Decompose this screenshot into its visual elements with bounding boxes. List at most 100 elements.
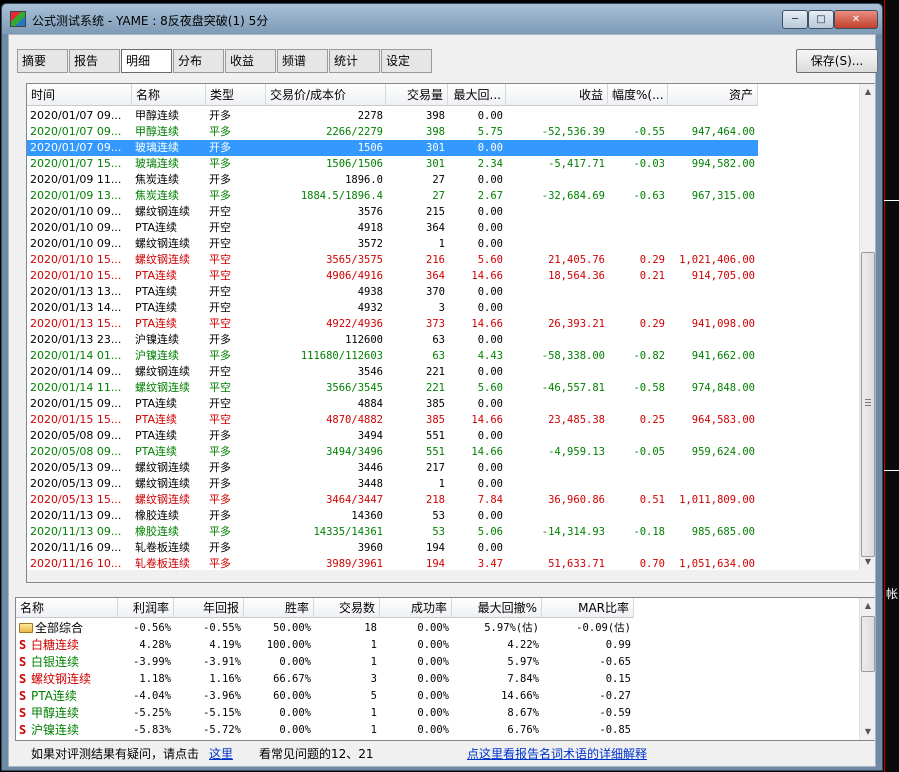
summary-row[interactable]: S 甲醇连续 -5.25% -5.15% 0.00% 1 0.00% 8.67% -0.59 [16,705,856,722]
here-link[interactable]: 这里 [209,743,233,765]
table-row[interactable]: 2020/05/13 15... 螺纹钢连续 平多 3464/3447 218 7.84 3… [27,492,859,508]
tab-3[interactable]: 分布 [173,49,224,73]
glossary-link[interactable]: 点这里看报告名词术语的详细解释 [467,743,647,765]
table-row[interactable]: 2020/05/08 09... PTA连续 开多 3494 551 0.00 [27,428,859,444]
cell-name: 螺纹钢连续 [135,365,190,378]
column-header[interactable]: 类型 [206,84,266,106]
summary-cell-profit_rate: -5.25% [133,707,171,719]
column-header[interactable]: 幅度%(... [608,84,668,106]
detail-horizontal-scrollbar[interactable] [27,570,875,582]
table-row[interactable]: 2020/01/13 15... PTA连续 平空 4922/4936 373 14.66… [27,316,859,332]
table-row[interactable]: 2020/05/13 09... 螺纹钢连续 开多 3446 217 0.00 [27,460,859,476]
table-row[interactable]: 2020/01/13 13... PTA连续 开空 4938 370 0.00 [27,284,859,300]
table-row[interactable]: 2020/01/10 15... 螺纹钢连续 平空 3565/3575 216 5.60 2… [27,252,859,268]
tab-0[interactable]: 摘要 [17,49,68,73]
cell-name: PTA连续 [135,285,178,298]
cell-time: 2020/01/14 11... [30,381,122,394]
cell-time: 2020/05/13 09... [30,477,122,490]
cell-asset: 964,583.00 [691,414,755,426]
tab-4[interactable]: 收益 [225,49,276,73]
cell-asset: 994,582.00 [691,158,755,170]
minimize-button[interactable]: ─ [782,10,808,29]
table-row[interactable]: 2020/11/13 09... 橡胶连续 开多 14360 53 0.00 [27,508,859,524]
summary-column-header[interactable]: 成功率 [380,598,452,618]
scroll-thumb[interactable] [861,616,875,672]
cell-profit [506,140,608,156]
table-row[interactable]: 2020/01/07 09... 甲醇连续 开多 2278 398 0.00 [27,108,859,124]
tab-2[interactable]: 明细 [121,49,172,73]
summary-column-header[interactable]: 最大回撤% [452,598,542,618]
tab-5[interactable]: 频谱 [277,49,328,73]
cell-time: 2020/01/07 09... [27,140,132,156]
column-header[interactable]: 收益 [506,84,608,106]
summary-column-header[interactable]: 交易数 [314,598,380,618]
summary-row[interactable]: S 沪镍连续 -5.83% -5.72% 0.00% 1 0.00% 6.76% -0.85 [16,722,856,739]
close-button[interactable]: ✕ [834,10,878,29]
maximize-button[interactable]: □ [808,10,834,29]
cell-price: 2278 [357,110,383,122]
summary-cell-win: 60.00% [273,690,311,702]
summary-cell-success: 0.00% [417,673,449,685]
summary-column-header[interactable]: 胜率 [244,598,314,618]
table-row[interactable]: 2020/01/10 09... PTA连续 开空 4918 364 0.00 [27,220,859,236]
table-row[interactable]: 2020/01/13 23... 沪镍连续 开多 112600 63 0.00 [27,332,859,348]
title-bar[interactable]: 公式测试系统 - YAME : 8反夜盘突破(1) 5分 ─ □ ✕ [2,4,882,34]
faq-text: 看常见问题的12、21 [259,747,374,761]
scroll-down-arrow-icon[interactable]: ▼ [860,724,876,740]
table-row[interactable]: 2020/01/14 09... 螺纹钢连续 开空 3546 221 0.00 [27,364,859,380]
cell-name: 螺纹钢连续 [135,237,190,250]
table-row[interactable]: 2020/01/10 09... 螺纹钢连续 开空 3576 215 0.00 [27,204,859,220]
cell-volume: 27 [432,174,445,186]
summary-row[interactable]: S PTA连续 -4.04% -3.96% 60.00% 5 0.00% 14.66% -0.2… [16,688,856,705]
tab-6[interactable]: 统计 [329,49,380,73]
table-row[interactable]: 2020/01/09 13... 焦炭连续 平多 1884.5/1896.4 27 2.6… [27,188,859,204]
summary-row[interactable]: S 白糖连续 4.28% 4.19% 100.00% 1 0.00% 4.22% 0.99 [16,637,856,654]
scroll-down-arrow-icon[interactable]: ▼ [860,554,876,570]
summary-column-header[interactable]: 名称 [16,598,118,618]
scroll-up-arrow-icon[interactable]: ▲ [860,598,876,614]
table-row[interactable]: 2020/01/14 01... 沪镍连续 平多 111680/112603 63 4.4… [27,348,859,364]
scroll-thumb[interactable] [861,252,875,557]
table-row[interactable]: 2020/01/10 09... 螺纹钢连续 开空 3572 1 0.00 [27,236,859,252]
cell-volume: 217 [426,462,445,474]
cell-asset: 959,624.00 [691,446,755,458]
column-header[interactable]: 时间 [27,84,132,106]
summary-column-header[interactable]: 利润率 [118,598,174,618]
scroll-up-arrow-icon[interactable]: ▲ [860,84,876,100]
summary-cell-profit_rate: -3.99% [133,656,171,668]
cell-volume: 1 [438,238,445,250]
detail-table-header: 时间 名称 类型 交易价/成本价 交易量 最大回... 收益 幅度%(... 资产 [27,84,758,106]
table-row[interactable]: 2020/01/13 14... PTA连续 开空 4932 3 0.00 [27,300,859,316]
table-row[interactable]: 2020/01/14 11... 螺纹钢连续 平空 3566/3545 221 5.60 -… [27,380,859,396]
column-header[interactable]: 交易价/成本价 [266,84,386,106]
table-row[interactable]: 2020/01/07 15... 玻璃连续 平多 1506/1506 301 2.34 -5… [27,156,859,172]
summary-vertical-scrollbar[interactable]: ▲ ▼ [859,598,875,740]
summary-row[interactable]: S 白银连续 -3.99% -3.91% 0.00% 1 0.00% 5.97% -0.65 [16,654,856,671]
table-row[interactable]: 2020/05/13 09... 螺纹钢连续 开多 3448 1 0.00 [27,476,859,492]
table-row[interactable]: 2020/11/16 09... 轧卷板连续 开多 3960 194 0.00 [27,540,859,556]
summary-column-header[interactable]: MAR比率 [542,598,634,618]
table-row[interactable]: 2020/01/15 15... PTA连续 平空 4870/4882 385 14.66… [27,412,859,428]
table-row[interactable]: 2020/01/15 09... PTA连续 开空 4884 385 0.00 [27,396,859,412]
column-header[interactable]: 名称 [132,84,206,106]
table-row[interactable]: 2020/01/09 11... 焦炭连续 开多 1896.0 27 0.00 [27,172,859,188]
column-header[interactable]: 资产 [668,84,758,106]
tab-7[interactable]: 设定 [381,49,432,73]
table-row[interactable]: 2020/01/07 09... 玻璃连续 开多 1506 301 0.00 [27,140,859,156]
save-button[interactable]: 保存(S)... [796,49,878,73]
table-row[interactable]: 2020/01/10 15... PTA连续 平空 4906/4916 364 14.66… [27,268,859,284]
cell-asset [668,172,758,188]
detail-vertical-scrollbar[interactable]: ▲ ▼ [859,84,875,570]
column-header[interactable]: 最大回... [448,84,506,106]
cell-asset [668,476,758,492]
table-row[interactable]: 2020/05/08 09... PTA连续 平多 3494/3496 551 14.66… [27,444,859,460]
summary-row[interactable]: S 螺纹钢连续 1.18% 1.16% 66.67% 3 0.00% 7.84% 0.15 [16,671,856,688]
cell-price: 2266/2279 [326,126,383,138]
tab-1[interactable]: 报告 [69,49,120,73]
summary-row[interactable]: 全部综合 -0.56% -0.55% 50.00% 18 0.00% 5.97%(估) -0.… [16,620,856,637]
table-row[interactable]: 2020/01/07 09... 甲醇连续 平多 2266/2279 398 5.75 -5… [27,124,859,140]
summary-column-header[interactable]: 年回报 [174,598,244,618]
cell-type: 平多 [209,493,231,506]
column-header[interactable]: 交易量 [386,84,448,106]
table-row[interactable]: 2020/11/13 09... 橡胶连续 平多 14335/14361 53 5.06 -… [27,524,859,540]
